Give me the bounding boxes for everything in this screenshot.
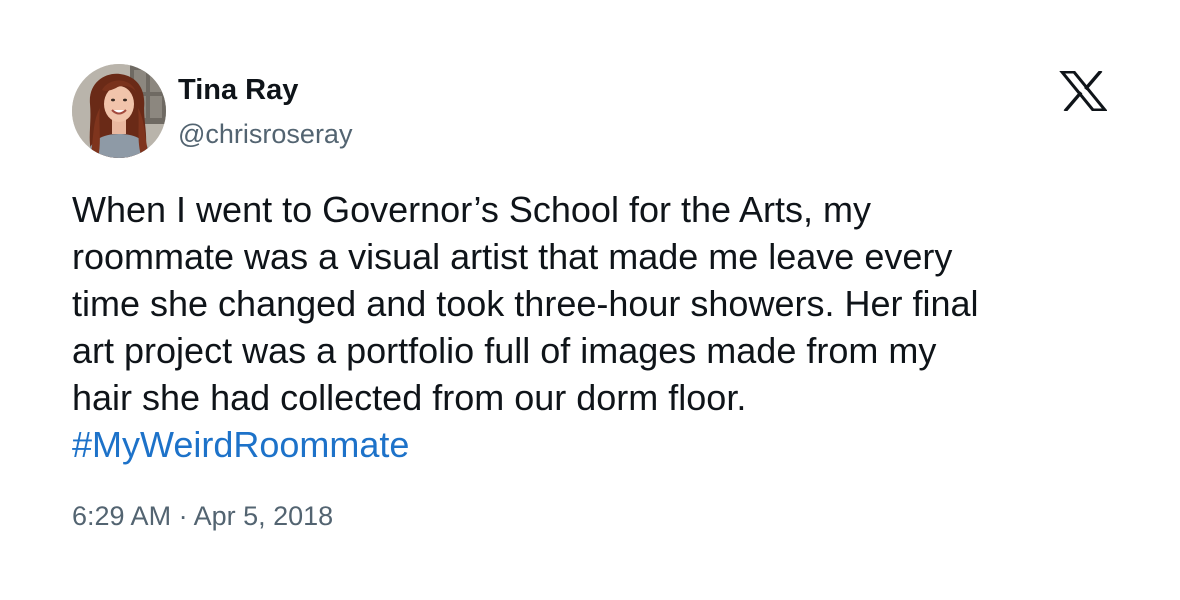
avatar[interactable] bbox=[72, 64, 166, 158]
author-display-name[interactable]: Tina Ray bbox=[178, 72, 298, 108]
tweet-timestamp[interactable]: 6:29 AM · Apr 5, 2018 bbox=[72, 499, 333, 533]
tweet-card: Tina Ray @chrisroseray When I went to Go… bbox=[0, 0, 1180, 600]
x-logo-icon[interactable] bbox=[1058, 69, 1109, 113]
meta-separator: · bbox=[171, 501, 194, 531]
author-handle[interactable]: @chrisroseray bbox=[178, 117, 352, 151]
tweet-date: Apr 5, 2018 bbox=[193, 501, 334, 531]
profile-photo-icon bbox=[72, 64, 166, 158]
x-logo-glyph bbox=[1058, 69, 1109, 113]
tweet-text: When I went to Governor’s School for the… bbox=[72, 189, 979, 418]
tweet-time: 6:29 AM bbox=[72, 501, 172, 531]
hashtag-link[interactable]: #MyWeirdRoommate bbox=[72, 421, 409, 468]
tweet-body: When I went to Governor’s School for the… bbox=[72, 186, 1112, 468]
